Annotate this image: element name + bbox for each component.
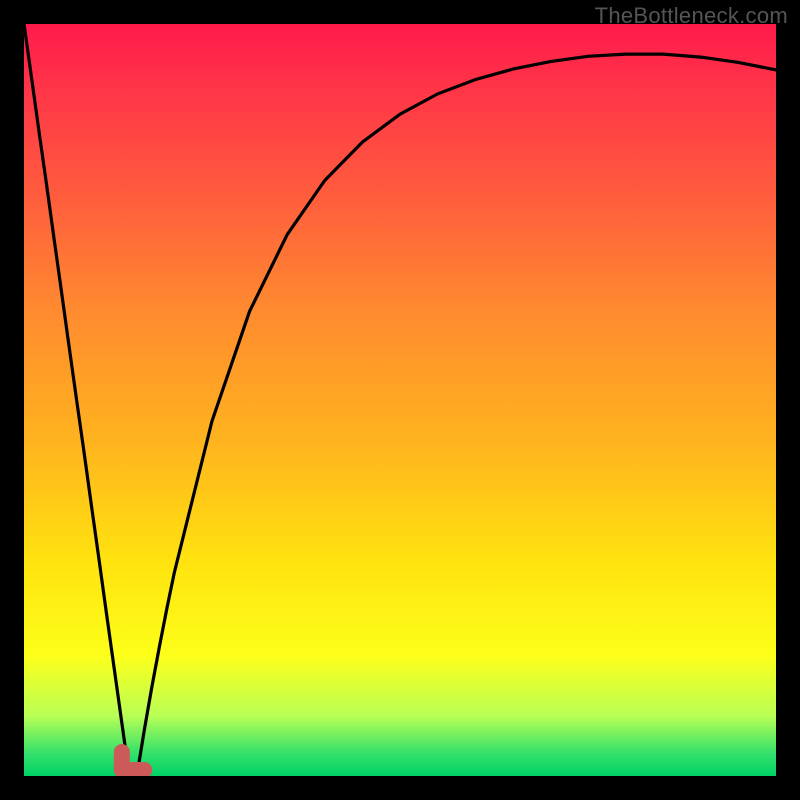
curve-layer bbox=[24, 24, 776, 776]
watermark-text: TheBottleneck.com bbox=[595, 3, 788, 29]
plot-area bbox=[24, 24, 776, 776]
chart-frame: TheBottleneck.com bbox=[0, 0, 800, 800]
bottleneck-curve bbox=[24, 24, 776, 776]
